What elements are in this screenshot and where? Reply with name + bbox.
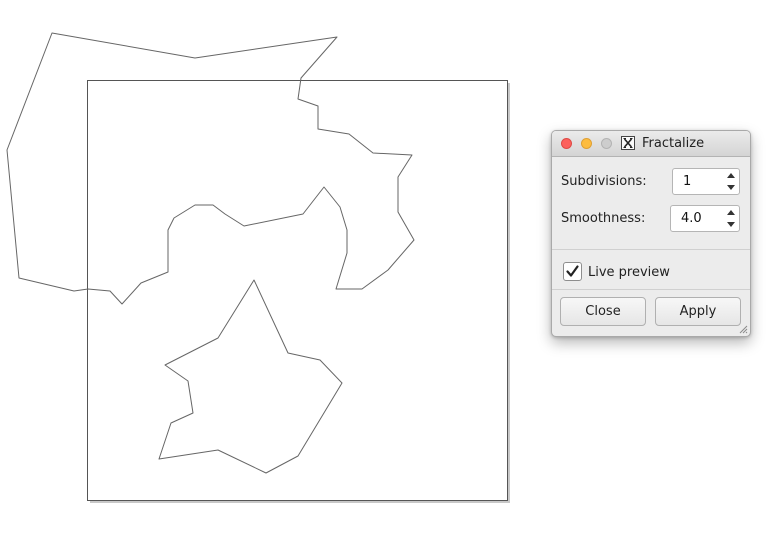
square-shape[interactable] — [87, 80, 508, 501]
live-preview-checkbox[interactable] — [563, 262, 582, 281]
arrow-up-icon — [727, 210, 735, 215]
zoom-window-icon[interactable] — [601, 138, 612, 149]
close-window-icon[interactable] — [561, 138, 572, 149]
close-button[interactable]: Close — [560, 297, 646, 326]
subdivisions-label: Subdivisions: — [561, 174, 647, 189]
dialog-titlebar[interactable]: Fractalize — [552, 131, 750, 157]
subdivisions-decrement-button[interactable] — [725, 182, 737, 193]
smoothness-value[interactable]: 4.0 — [681, 211, 702, 226]
arrow-down-icon — [727, 185, 735, 190]
smoothness-increment-button[interactable] — [725, 207, 737, 218]
x-window-icon — [621, 136, 635, 150]
apply-button[interactable]: Apply — [655, 297, 741, 326]
minimize-window-icon[interactable] — [581, 138, 592, 149]
fractalize-dialog: Fractalize Subdivisions: 1 Smoothness: 4… — [551, 130, 751, 337]
smoothness-label: Smoothness: — [561, 211, 646, 226]
arrow-down-icon — [727, 222, 735, 227]
subdivisions-increment-button[interactable] — [725, 170, 737, 181]
subdivisions-value[interactable]: 1 — [683, 174, 691, 189]
dialog-title: Fractalize — [642, 136, 705, 151]
checkmark-icon — [566, 265, 579, 277]
separator — [552, 249, 750, 250]
arrow-up-icon — [727, 173, 735, 178]
smoothness-stepper[interactable]: 4.0 — [670, 205, 740, 232]
resize-grip-icon[interactable] — [737, 323, 748, 334]
subdivisions-stepper[interactable]: 1 — [672, 168, 740, 195]
smoothness-decrement-button[interactable] — [725, 219, 737, 230]
separator — [552, 289, 750, 290]
live-preview-label[interactable]: Live preview — [588, 265, 670, 280]
